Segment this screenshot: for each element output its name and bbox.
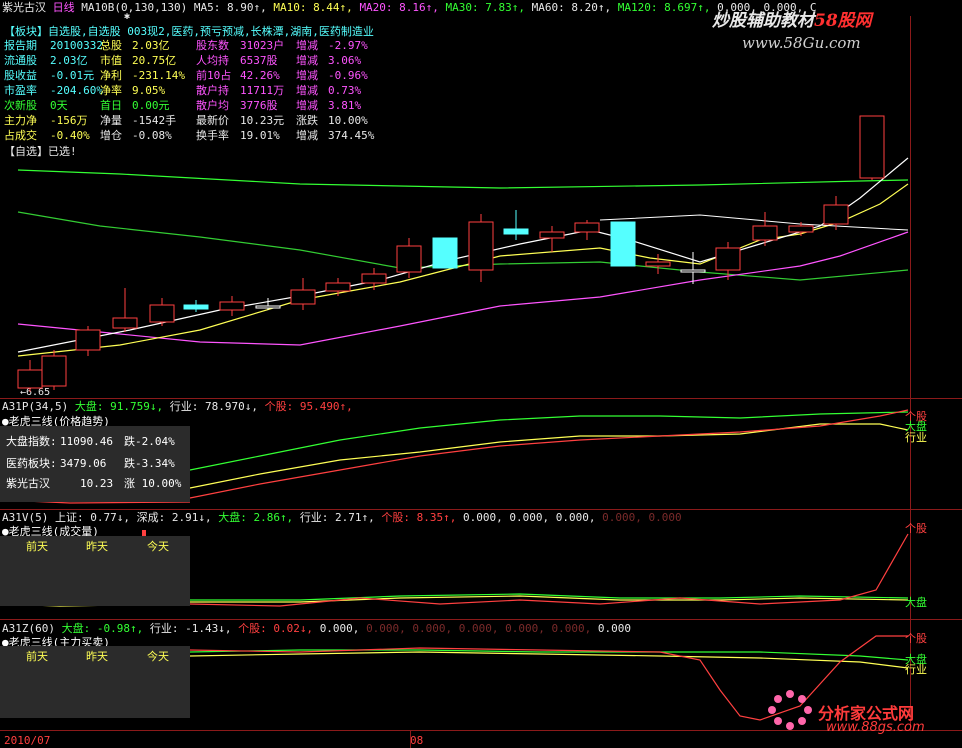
panel3-tail2: 0.000 — [597, 622, 631, 635]
candle-body — [715, 247, 741, 271]
col-label: 今天 — [147, 650, 169, 663]
watermark-top-url: www.58Gu.com — [742, 34, 861, 52]
trend-line-gegu — [189, 409, 909, 499]
trend-line-dapan — [189, 411, 909, 471]
candle-body — [859, 115, 885, 179]
panel2-tail-dim: 0.000, 0.000 — [602, 511, 682, 524]
date-tick — [410, 731, 411, 748]
candle-body — [149, 304, 175, 323]
panel-separator-1 — [0, 398, 962, 399]
panel3-gegu: 个股: 0.02↓, — [238, 622, 314, 635]
panel1-gegu: 个股: 95.490↑, — [264, 400, 353, 413]
watermark-top: 炒股辅助教材58股网 — [712, 11, 872, 31]
panel1-dapan: 大盘: 91.759↓, — [74, 400, 164, 413]
candle-body — [255, 305, 281, 309]
market-summary-box: 大盘指数: 11090.46 跌-2.04% 医药板块: 3479.06 跌-3.34%… — [0, 426, 190, 502]
panel2-shencheng: 深成: 2.91↓, — [136, 511, 212, 524]
col-label: 昨天 — [86, 650, 108, 663]
volume-mini-box: 前天 昨天 今天 — [0, 536, 190, 606]
col-label: 前天 — [26, 650, 48, 663]
date-label-mid: 08 — [410, 734, 424, 747]
candle-body — [41, 355, 67, 387]
candle-body — [325, 282, 351, 292]
candle-body — [823, 204, 849, 225]
ma-lines — [17, 157, 909, 357]
candle-body — [788, 225, 814, 233]
panel2-hangye: 行业: 2.71↑, — [299, 511, 375, 524]
candle-body — [574, 222, 600, 233]
candle-body — [645, 261, 671, 267]
panel2-legend-dapan: 大盘 — [905, 596, 927, 609]
ma-line — [17, 169, 909, 189]
candle-body — [539, 231, 565, 239]
panel-separator-2 — [0, 509, 962, 510]
panel1-hangye: 行业: 78.970↓, — [169, 400, 258, 413]
panel3-tail: 0.000, — [319, 622, 360, 635]
panel3-legend-hangye: 行业 — [905, 663, 927, 676]
panel2-header: A31V(5) 上证: 0.77↓, 深成: 2.91↓, 大盘: 2.86↑,… — [2, 511, 682, 524]
trend-line-hangye — [189, 423, 909, 489]
candle-body — [396, 245, 422, 273]
candle-body — [432, 237, 458, 269]
kline-chart[interactable] — [0, 0, 962, 748]
candle-body — [112, 317, 138, 329]
panel3-tail-dim: 0.000, 0.000, 0.000, 0.000, 0.000, — [366, 622, 592, 635]
ma-line — [17, 231, 909, 346]
panel1-label: A31P(34,5) — [2, 400, 69, 413]
candle-body — [610, 221, 636, 267]
candle-body — [219, 301, 245, 311]
panel1-header: A31P(34,5) 大盘: 91.759↓, 行业: 78.970↓, 个股:… — [2, 400, 353, 413]
capital-line-hangye — [189, 651, 909, 669]
panel-separator-3 — [0, 619, 962, 620]
watermark-bottom-url: www.88gs.com — [826, 720, 925, 735]
candle-body — [503, 228, 529, 235]
candle-body — [361, 273, 387, 284]
col-label: 昨天 — [86, 540, 108, 553]
panel2-dapan: 大盘: 2.86↑, — [218, 511, 294, 524]
col-label: 今天 — [147, 540, 169, 553]
candle-body — [183, 304, 209, 310]
candle-body — [75, 329, 101, 351]
candle-body — [680, 269, 706, 273]
right-axis — [910, 16, 911, 730]
candle-body — [290, 289, 316, 305]
watermark-logo-icon — [768, 690, 812, 730]
panel2-gegu: 个股: 8.35↑, — [381, 511, 457, 524]
panel1-legend-hangye: 行业 — [905, 431, 927, 444]
panel3-hangye: 行业: -1.43↓, — [149, 622, 232, 635]
candle-body — [17, 369, 43, 389]
panel2-legend-gegu: 个股 — [905, 522, 927, 535]
candle-body — [752, 225, 778, 241]
panel2-tail: 0.000, 0.000, 0.000, — [463, 511, 596, 524]
date-label-start: 2010/07 — [4, 734, 51, 747]
candlesticks — [17, 115, 885, 392]
col-label: 前天 — [26, 540, 48, 553]
capital-mini-box: 前天 昨天 今天 — [0, 646, 190, 718]
panel3-legend-gegu: 个股 — [905, 632, 927, 645]
candle-body — [468, 221, 494, 271]
